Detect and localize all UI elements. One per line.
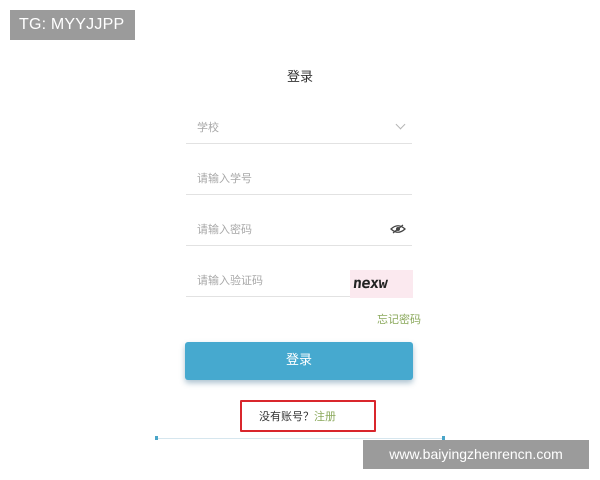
password-input[interactable]: 请输入密码 (186, 212, 412, 246)
login-button[interactable]: 登录 (185, 342, 413, 380)
school-placeholder: 学校 (197, 121, 219, 134)
captcha-text: nexw (352, 274, 389, 292)
forgot-password-link[interactable]: 忘记密码 (330, 311, 421, 327)
no-account-label: 没有账号？ (259, 410, 314, 423)
tg-badge: TG: MYYJJPP (10, 10, 135, 40)
page-title: 登录 (286, 70, 313, 85)
eye-icon[interactable] (390, 224, 406, 234)
captcha-input[interactable]: 请输入验证码 (186, 263, 350, 297)
chevron-down-icon[interactable] (395, 119, 406, 130)
password-placeholder: 请输入密码 (197, 223, 252, 236)
register-link[interactable]: 注册 (314, 410, 336, 423)
student-id-input[interactable]: 请输入学号 (186, 161, 412, 195)
panel-edge-left (155, 436, 158, 440)
captcha-placeholder: 请输入验证码 (197, 274, 263, 287)
captcha-image[interactable]: nexw (350, 270, 413, 298)
school-select[interactable]: 学校 (186, 110, 412, 144)
watermark: www.baiyingzhenrencn.com (363, 440, 589, 469)
register-row: 没有账号？注册 (259, 408, 336, 424)
student-id-placeholder: 请输入学号 (197, 172, 252, 185)
panel-bottom-edge (155, 438, 445, 439)
